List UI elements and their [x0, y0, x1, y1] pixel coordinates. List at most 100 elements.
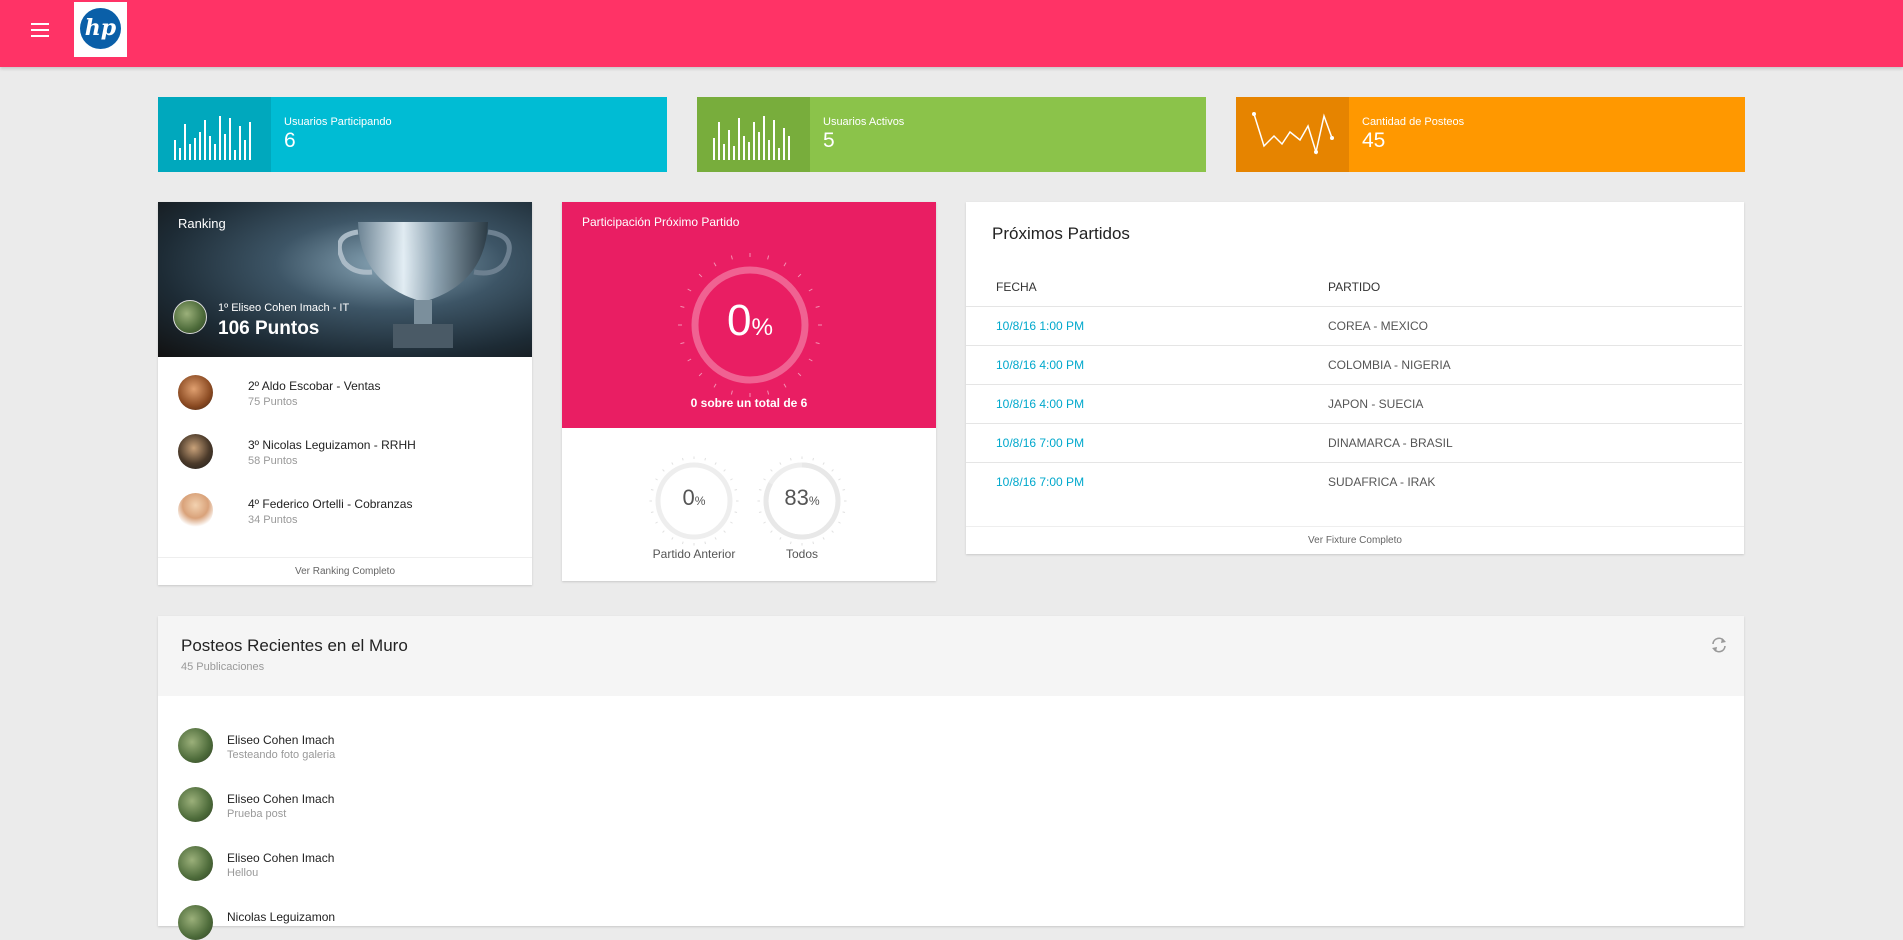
- post-text: Hellou: [227, 867, 259, 879]
- stat-icon-box: [158, 97, 271, 172]
- rank-name: 3º Nicolas Leguizamon - RRHH: [248, 438, 416, 452]
- gauge-tick: [770, 469, 773, 472]
- gauge-tick: [822, 537, 825, 540]
- avatar: [178, 728, 213, 763]
- leader-points: 106 Puntos: [218, 318, 320, 339]
- ranking-card: Ranking 1º Eliseo Cohen Imach - IT 106 P…: [158, 202, 532, 585]
- percent-unit: %: [694, 494, 706, 508]
- gauge-tick: [687, 358, 692, 362]
- line-chart-icon: [1252, 112, 1334, 155]
- gauge-tick: [713, 262, 717, 267]
- match-date: 10/8/16 4:00 PM: [996, 397, 1085, 411]
- avatar[interactable]: [173, 300, 207, 334]
- participation-header: Participación Próximo Partido 0% 0 sobre…: [562, 202, 936, 428]
- gauge-tick: [831, 469, 834, 472]
- post-author: Eliseo Cohen Imach: [227, 792, 335, 806]
- table-row[interactable]: 10/8/16 1:00 PM COREA - MEXICO: [966, 307, 1742, 346]
- bar-chart-icon: [713, 116, 790, 160]
- match-teams: COREA - MEXICO: [1328, 319, 1429, 333]
- matches-table: FECHA PARTIDO 10/8/16 1:00 PM COREA - ME…: [966, 267, 1742, 501]
- refresh-icon[interactable]: [1710, 636, 1728, 654]
- gauge-tick: [698, 372, 703, 377]
- gauge-tick: [698, 273, 703, 278]
- gauge-tick: [767, 255, 770, 260]
- participation-value: 0%: [675, 296, 825, 346]
- gauge-tick: [730, 521, 733, 524]
- posteos-recientes-card: Posteos Recientes en el Muro 45 Publicac…: [158, 616, 1744, 940]
- gauge-tick: [822, 462, 825, 465]
- ver-ranking-completo-link[interactable]: Ver Ranking Completo: [158, 557, 532, 585]
- table-row[interactable]: 10/8/16 4:00 PM COLOMBIA - NIGERIA: [966, 346, 1742, 385]
- gauge-tick: [730, 390, 733, 395]
- stat-icon-box: [1236, 97, 1349, 172]
- gauge-tick: [714, 462, 717, 465]
- todos-label: Todos: [785, 547, 819, 561]
- post-text: Prueba post: [227, 808, 287, 820]
- partido-anterior-label: Partido Anterior: [652, 547, 736, 561]
- match-teams: COLOMBIA - NIGERIA: [1328, 358, 1451, 372]
- gauge-tick: [723, 530, 726, 533]
- gauge-tick: [681, 457, 684, 461]
- avatar: [178, 846, 213, 881]
- posts-title: Posteos Recientes en el Muro: [181, 636, 408, 655]
- ranking-title: Ranking: [178, 216, 226, 231]
- ver-fixture-completo-link[interactable]: Ver Fixture Completo: [966, 526, 1744, 554]
- match-date: 10/8/16 7:00 PM: [996, 475, 1085, 489]
- logo-mark: hp: [80, 8, 121, 49]
- post-author: Nicolas Leguizamon: [227, 910, 336, 924]
- todos-number: 83: [784, 485, 809, 510]
- gauge-tick: [704, 457, 707, 461]
- post-text: Testeando foto galeria: [227, 749, 336, 761]
- todos-value: 83%: [757, 485, 847, 511]
- gauge-tick: [704, 541, 707, 545]
- gauge-tick: [797, 372, 802, 377]
- table-row[interactable]: 10/8/16 4:00 PM JAPON - SUECIA: [966, 385, 1742, 424]
- percent-unit: %: [751, 314, 773, 341]
- hamburger-menu-icon[interactable]: [31, 23, 49, 37]
- rank-points: 58 Puntos: [248, 455, 298, 467]
- stat-tile-usuarios-activos: Usuarios Activos 5: [697, 97, 1206, 172]
- proximos-partidos-card: Próximos Partidos FECHA PARTIDO 10/8/16 …: [966, 202, 1744, 554]
- stat-label: Cantidad de Posteos: [1362, 116, 1465, 128]
- hp-logo[interactable]: hp: [74, 2, 127, 57]
- gauge-tick: [838, 521, 841, 524]
- stat-icon-box: [697, 97, 810, 172]
- table-row[interactable]: 10/8/16 7:00 PM SUDAFRICA - IRAK: [966, 463, 1742, 501]
- gauge-tick: [779, 462, 782, 465]
- leader-name: 1º Eliseo Cohen Imach - IT: [218, 302, 350, 314]
- percent-unit: %: [808, 494, 820, 508]
- posts-header: Posteos Recientes en el Muro 45 Publicac…: [158, 616, 1744, 696]
- matches-title: Próximos Partidos: [992, 224, 1130, 243]
- gauge-tick: [789, 457, 792, 461]
- gauge-tick: [730, 255, 733, 260]
- gauge-tick: [655, 478, 658, 481]
- match-teams: DINAMARCA - BRASIL: [1328, 436, 1453, 450]
- gauge-tick: [713, 383, 717, 388]
- avatar: [178, 905, 213, 940]
- rank-points: 75 Puntos: [248, 396, 298, 408]
- partido-anterior-number: 0: [682, 485, 695, 510]
- gauge-tick: [797, 273, 802, 278]
- table-row[interactable]: 10/8/16 7:00 PM DINAMARCA - BRASIL: [966, 424, 1742, 463]
- gauge-tick: [662, 469, 665, 472]
- gauge-tick: [783, 262, 787, 267]
- participation-card: Participación Próximo Partido 0% 0 sobre…: [562, 202, 936, 581]
- gauge-tick: [662, 530, 665, 533]
- gauge-tick: [723, 469, 726, 472]
- gauge-tick: [812, 457, 815, 461]
- gauge-tick: [655, 521, 658, 524]
- participation-number: 0: [727, 296, 752, 345]
- trophy-icon: [338, 222, 512, 348]
- avatar: [178, 375, 213, 410]
- gauge-tick: [831, 530, 834, 533]
- stat-label: Usuarios Activos: [823, 116, 905, 128]
- gauge-tick: [734, 511, 738, 514]
- gauge-tick: [789, 541, 792, 545]
- match-date: 10/8/16 4:00 PM: [996, 358, 1085, 372]
- column-header-partido: PARTIDO: [1328, 280, 1381, 294]
- gauge-tick: [770, 530, 773, 533]
- stat-tile-cantidad-posteos: Cantidad de Posteos 45: [1236, 97, 1745, 172]
- gauge-tick: [808, 288, 813, 292]
- gauge-tick: [779, 537, 782, 540]
- gauge-tick: [763, 478, 766, 481]
